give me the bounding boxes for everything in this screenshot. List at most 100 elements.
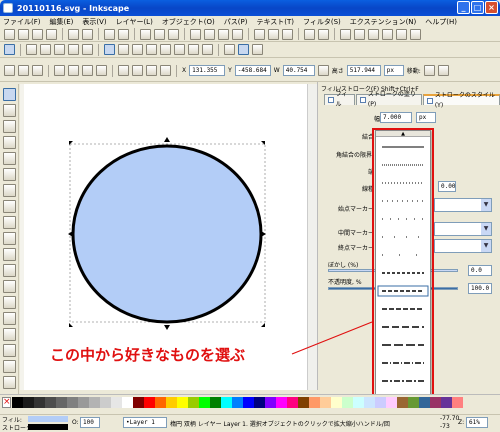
star-tool-icon[interactable]	[2, 200, 16, 213]
clone-icon[interactable]	[268, 28, 279, 40]
palette-swatch[interactable]	[364, 397, 375, 408]
snap-smooth-icon[interactable]	[160, 44, 171, 55]
raise-icon[interactable]	[132, 65, 143, 76]
minimize-button[interactable]: _	[457, 1, 470, 14]
tab-stroke-paint[interactable]: ストロークの塗り(P)	[356, 91, 423, 108]
snap-nodes-icon[interactable]	[104, 44, 115, 55]
ungroup-icon[interactable]	[318, 28, 329, 40]
palette-swatch[interactable]	[199, 397, 210, 408]
palette-swatch[interactable]	[12, 397, 23, 408]
end-marker-select[interactable]: ▼	[434, 239, 492, 253]
eraser-tool-icon[interactable]	[2, 280, 16, 293]
snap-path-icon[interactable]	[118, 44, 129, 55]
pen-tool-icon[interactable]	[2, 248, 16, 261]
palette-swatch[interactable]	[78, 397, 89, 408]
palette-swatch[interactable]	[111, 397, 122, 408]
unlink-clone-icon[interactable]	[282, 28, 293, 40]
width-input[interactable]: 7.000	[380, 112, 412, 123]
palette-swatch[interactable]	[342, 397, 353, 408]
no-paint-icon[interactable]: ×	[2, 397, 11, 408]
palette-swatch[interactable]	[430, 397, 441, 408]
handle-top[interactable]	[164, 137, 170, 142]
opacity-input[interactable]: 100.0	[468, 283, 492, 294]
text-font-icon[interactable]	[354, 28, 365, 40]
3d-box-tool-icon[interactable]	[2, 168, 16, 181]
paint-bucket-tool-icon[interactable]	[2, 296, 16, 309]
document-properties-icon[interactable]	[410, 28, 421, 40]
paste-icon[interactable]	[168, 28, 179, 40]
save-icon[interactable]	[32, 28, 43, 40]
lower-bottom-icon[interactable]	[160, 65, 171, 76]
palette-swatch[interactable]	[452, 397, 463, 408]
raise-top-icon[interactable]	[118, 65, 129, 76]
snap-bbox-corner-icon[interactable]	[54, 44, 65, 55]
palette-swatch[interactable]	[298, 397, 309, 408]
zoom-width-icon[interactable]	[232, 28, 243, 40]
palette-swatch[interactable]	[276, 397, 287, 408]
tweak-tool-icon[interactable]	[2, 120, 16, 133]
snap-guide-icon[interactable]	[252, 44, 263, 55]
pencil-tool-icon[interactable]	[2, 232, 16, 245]
palette-swatch[interactable]	[353, 397, 364, 408]
snap-midpoint-icon[interactable]	[174, 44, 185, 55]
deselect-icon[interactable]	[32, 65, 43, 76]
canvas-vertical-scrollbar[interactable]	[307, 84, 317, 390]
preferences-icon[interactable]	[396, 28, 407, 40]
new-document-icon[interactable]	[4, 28, 15, 40]
palette-swatches[interactable]	[12, 397, 463, 408]
select-all-icon[interactable]	[4, 65, 15, 76]
snap-object-center-icon[interactable]	[188, 44, 199, 55]
dash-offset-input[interactable]: 0.00	[438, 181, 456, 192]
cut-icon[interactable]	[154, 28, 165, 40]
layer-select[interactable]: •Layer 1	[123, 417, 167, 428]
menu-filters[interactable]: フィルタ(S)	[303, 17, 341, 27]
select-all-layers-icon[interactable]	[18, 65, 29, 76]
palette-swatch[interactable]	[45, 397, 56, 408]
palette-swatch[interactable]	[56, 397, 67, 408]
scale-corners-icon[interactable]	[437, 65, 449, 76]
open-icon[interactable]	[18, 28, 29, 40]
xml-editor-icon[interactable]	[368, 28, 379, 40]
import-icon[interactable]	[68, 28, 79, 40]
palette-swatch[interactable]	[67, 397, 78, 408]
snap-page-border-icon[interactable]	[224, 44, 235, 55]
x-input[interactable]: 131.355	[189, 65, 226, 76]
palette-swatch[interactable]	[375, 397, 386, 408]
copy-icon[interactable]	[140, 28, 151, 40]
snap-grid-icon[interactable]	[238, 44, 249, 55]
zoom-selection-icon[interactable]	[190, 28, 201, 40]
palette-swatch[interactable]	[166, 397, 177, 408]
tab-stroke-style[interactable]: ストロークのスタイル(Y)	[423, 92, 500, 109]
start-marker-select[interactable]: ▼	[434, 198, 492, 212]
blur-input[interactable]: 0.0	[468, 265, 492, 276]
palette-swatch[interactable]	[331, 397, 342, 408]
palette-swatch[interactable]	[397, 397, 408, 408]
handle-bottom-left[interactable]	[69, 323, 73, 327]
menu-path[interactable]: パス(P)	[224, 17, 248, 27]
gradient-tool-icon[interactable]	[2, 360, 16, 373]
palette-swatch[interactable]	[177, 397, 188, 408]
tab-fill[interactable]: フィル	[324, 91, 356, 108]
opacity-status-input[interactable]: 100	[80, 417, 100, 428]
rotate-cw-icon[interactable]	[68, 65, 79, 76]
close-button[interactable]: ×	[485, 1, 498, 14]
export-icon[interactable]	[82, 28, 93, 40]
flip-horizontal-icon[interactable]	[82, 65, 93, 76]
palette-swatch[interactable]	[133, 397, 144, 408]
menu-view[interactable]: 表示(V)	[82, 17, 106, 27]
zoom-drawing-icon[interactable]	[204, 28, 215, 40]
node-tool-icon[interactable]	[2, 104, 16, 117]
rectangle-tool-icon[interactable]	[2, 152, 16, 165]
menu-extensions[interactable]: エクステンション(N)	[350, 17, 417, 27]
ellipse-tool-icon[interactable]	[2, 184, 16, 197]
snap-toggle-icon[interactable]	[4, 44, 15, 55]
palette-swatch[interactable]	[210, 397, 221, 408]
scale-stroke-icon[interactable]	[423, 65, 435, 76]
snap-bbox-icon[interactable]	[26, 44, 37, 55]
palette-swatch[interactable]	[419, 397, 430, 408]
fill-stroke-icon[interactable]	[340, 28, 351, 40]
menu-file[interactable]: ファイル(F)	[3, 17, 41, 27]
palette-swatch[interactable]	[221, 397, 232, 408]
snap-intersection-icon[interactable]	[132, 44, 143, 55]
menu-edit[interactable]: 編集(E)	[50, 17, 74, 27]
